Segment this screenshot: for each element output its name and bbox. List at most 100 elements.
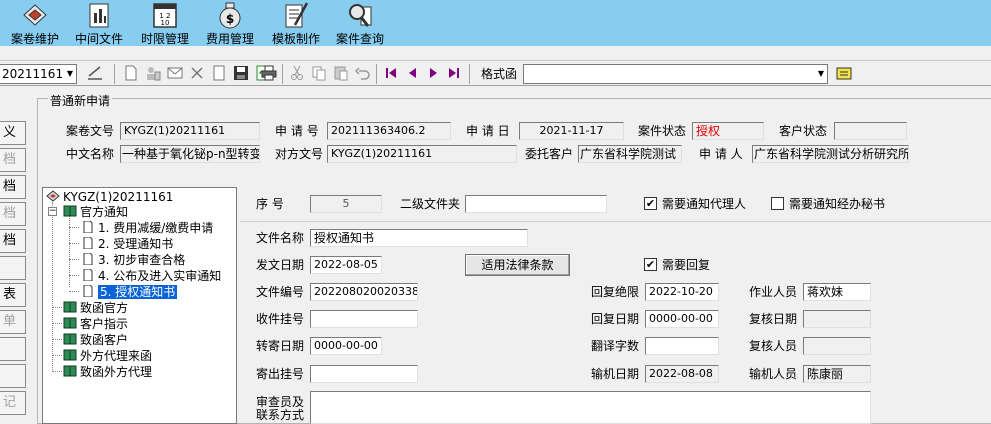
notify-agent-checkbox[interactable]: ✔ bbox=[644, 197, 657, 210]
tree-child-4[interactable]: 4. 公布及进入实审通知 bbox=[81, 269, 221, 283]
tree-child-5-selected[interactable]: 5. 授权通知书 bbox=[81, 285, 178, 299]
seq-field[interactable]: 5 bbox=[310, 195, 382, 213]
tree-line bbox=[52, 323, 62, 324]
need-reply-checkbox[interactable]: ✔ bbox=[644, 258, 657, 271]
tree-node-other-1[interactable]: 致函官方 bbox=[63, 301, 128, 315]
sidebar-button-6[interactable] bbox=[0, 256, 26, 280]
client-status-field[interactable] bbox=[834, 122, 907, 140]
reply-deadline-input[interactable]: 2022-10-20 bbox=[645, 283, 719, 301]
tree-node-other-5[interactable]: 致函外方代理 bbox=[63, 365, 152, 379]
input-date-field[interactable]: 2022-08-08 bbox=[645, 365, 719, 383]
form-divider bbox=[240, 221, 991, 222]
document-icon[interactable] bbox=[209, 64, 229, 84]
need-reply-label: 需要回复 bbox=[662, 258, 711, 272]
doc-no-label: 文件编号 bbox=[256, 285, 305, 299]
delete-icon[interactable] bbox=[187, 64, 207, 84]
tree-node-label: 3. 初步审查合格 bbox=[98, 253, 186, 267]
reply-date-input[interactable]: 0000-00-00 bbox=[645, 310, 719, 328]
paste-icon[interactable] bbox=[331, 64, 351, 84]
last-record-icon[interactable] bbox=[444, 64, 464, 84]
book-icon bbox=[63, 317, 77, 329]
edit-check-icon[interactable] bbox=[85, 64, 105, 84]
document-form: 序 号 5 二级文件夹 ✔ 需要通知代理人 需要通知经办秘书 文件名称 授权通知… bbox=[240, 187, 991, 424]
recv-reg-input[interactable] bbox=[310, 310, 418, 328]
examiner-label-line-2: 联系方式 bbox=[256, 408, 305, 422]
sidebar-button-3[interactable]: 档 bbox=[0, 175, 26, 199]
cn-name-field[interactable]: 一种基于氧化铋p-n型转变 bbox=[120, 145, 260, 163]
save-icon[interactable] bbox=[231, 64, 251, 84]
sidebar-button-2[interactable]: 档 bbox=[0, 148, 26, 172]
copy-icon[interactable] bbox=[309, 64, 329, 84]
sidebar-button-4[interactable]: 档 bbox=[0, 202, 26, 226]
ribbon-intermediate-file-button[interactable]: 中间文件 bbox=[71, 0, 127, 46]
copy-user-icon[interactable] bbox=[143, 64, 163, 84]
doc-no-input[interactable]: 2022080200203380 bbox=[310, 283, 418, 301]
tree-line bbox=[69, 243, 79, 244]
svg-text:10: 10 bbox=[161, 19, 170, 27]
document-tree[interactable]: KYGZ(1)20211161 − 官方通知 1. 费用减缓/缴费申请 2. 受… bbox=[42, 187, 237, 424]
ribbon-case-maintain-button[interactable]: 案卷维护 bbox=[5, 0, 65, 46]
law-clauses-button[interactable]: 适用法律条款 bbox=[465, 254, 570, 276]
tree-child-3[interactable]: 3. 初步审查合格 bbox=[81, 253, 185, 267]
opp-no-field[interactable]: KYGZ(1)20211161 bbox=[327, 145, 517, 163]
mail-icon[interactable] bbox=[165, 64, 185, 84]
next-record-icon[interactable] bbox=[423, 64, 443, 84]
case-number-combo[interactable]: 20211161 ▼ bbox=[0, 64, 77, 84]
prev-record-icon[interactable] bbox=[403, 64, 423, 84]
case-search-icon bbox=[349, 4, 372, 27]
sidebar-button-1[interactable]: 义 bbox=[0, 121, 26, 145]
send-date-input[interactable]: 2022-08-05 bbox=[310, 256, 382, 274]
sidebar-button-11[interactable]: 记 bbox=[0, 391, 26, 415]
undo-icon[interactable] bbox=[353, 64, 373, 84]
sent-reg-input[interactable] bbox=[310, 365, 418, 383]
case-no-field[interactable]: KYGZ(1)20211161 bbox=[120, 122, 260, 140]
sidebar-button-10[interactable] bbox=[0, 364, 26, 388]
tree-root[interactable]: KYGZ(1)20211161 bbox=[46, 190, 173, 204]
toolbar-divider bbox=[469, 64, 470, 84]
tree-child-2[interactable]: 2. 受理通知书 bbox=[81, 237, 173, 251]
examiner-textarea[interactable] bbox=[310, 391, 871, 424]
notify-secretary-checkbox[interactable] bbox=[771, 197, 784, 210]
cut-icon[interactable] bbox=[287, 64, 307, 84]
format-combo[interactable]: ▼ bbox=[523, 64, 828, 84]
collapse-icon[interactable]: − bbox=[48, 207, 57, 216]
client-label: 委托客户 bbox=[525, 147, 574, 161]
format-apply-icon[interactable] bbox=[834, 64, 854, 84]
tree-node-other-3[interactable]: 致函客户 bbox=[63, 333, 128, 347]
ribbon-label: 案卷维护 bbox=[10, 32, 59, 46]
tree-node-other-4[interactable]: 外方代理来函 bbox=[63, 349, 152, 363]
reviewer-field[interactable] bbox=[803, 337, 871, 355]
ribbon-label: 费用管理 bbox=[205, 32, 254, 46]
tree-child-1[interactable]: 1. 费用减缓/缴费申请 bbox=[81, 221, 213, 235]
sidebar-button-5[interactable]: 档 bbox=[0, 229, 26, 253]
applicant-field[interactable]: 广东省科学院测试分析研究所 bbox=[752, 145, 909, 163]
tree-node-official[interactable]: 官方通知 bbox=[63, 205, 128, 219]
translate-words-input[interactable] bbox=[645, 337, 719, 355]
forward-date-input[interactable]: 0000-00-00 bbox=[310, 337, 382, 355]
first-record-icon[interactable] bbox=[381, 64, 401, 84]
input-person-field[interactable]: 陈康丽 bbox=[803, 365, 871, 383]
tree-line bbox=[52, 355, 62, 356]
ribbon-fee-button[interactable]: $ 费用管理 bbox=[202, 0, 258, 46]
case-status-field[interactable]: 授权 bbox=[692, 122, 764, 140]
sidebar-button-8[interactable]: 单 bbox=[0, 310, 26, 334]
ribbon-deadline-button[interactable]: 1 2 10 时限管理 bbox=[137, 0, 193, 46]
document-icon bbox=[83, 269, 93, 281]
print-icon[interactable] bbox=[259, 64, 279, 84]
forward-date-label: 转寄日期 bbox=[256, 339, 305, 353]
ribbon-template-button[interactable]: 模板制作 bbox=[268, 0, 324, 46]
operator-input[interactable]: 蒋欢妹 bbox=[803, 283, 871, 301]
app-date-field[interactable]: 2021-11-17 bbox=[519, 122, 624, 140]
sidebar-button-9[interactable] bbox=[0, 337, 26, 361]
app-no-field[interactable]: 202111363406.2 bbox=[327, 122, 451, 140]
sidebar-button-7[interactable]: 表 bbox=[0, 283, 26, 307]
subfolder-input[interactable] bbox=[465, 195, 607, 213]
review-date-field[interactable] bbox=[803, 310, 871, 328]
client-field[interactable]: 广东省科学院测试 bbox=[578, 145, 682, 163]
doc-name-input[interactable]: 授权通知书 bbox=[310, 229, 528, 247]
folder-maintain-icon bbox=[23, 4, 47, 26]
new-file-icon[interactable] bbox=[121, 64, 141, 84]
tree-node-other-2[interactable]: 客户指示 bbox=[63, 317, 128, 331]
tree-line bbox=[52, 307, 62, 308]
ribbon-case-search-button[interactable]: 案件查询 bbox=[332, 0, 388, 46]
